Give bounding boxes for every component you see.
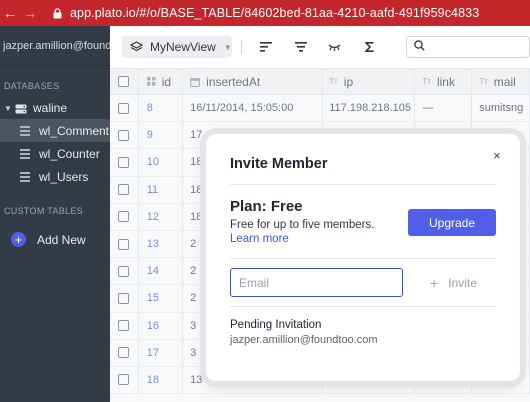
browser-address-bar: ← → app.plato.io/#/o/BASE_TABLE/84602bed… xyxy=(0,0,530,26)
learn-more-link[interactable]: Learn more xyxy=(230,233,289,245)
invite-button[interactable]: + Invite xyxy=(430,275,477,291)
sidebar-item-wl-comment[interactable]: wl_Comment xyxy=(0,119,110,142)
database-item-waline[interactable]: ▼ waline xyxy=(0,97,110,119)
view-name: MyNewView xyxy=(150,40,216,54)
pending-invitation-email: jazper.amillion@foundtoo.com xyxy=(230,334,378,346)
table-label: wl_Users xyxy=(39,169,89,184)
toolbar: MyNewView ▼ xyxy=(110,26,530,69)
table-icon xyxy=(20,125,30,136)
sidebar-item-wl-users[interactable]: wl_Users xyxy=(0,165,110,188)
chevron-down-icon: ▼ xyxy=(223,42,232,52)
search-icon xyxy=(414,40,425,54)
database-icon xyxy=(15,103,27,114)
back-arrow-icon[interactable]: ← xyxy=(0,5,20,21)
sort-icon[interactable] xyxy=(260,40,273,54)
search-input[interactable] xyxy=(405,36,530,58)
user-email[interactable]: jazper.amillion@foundtoo xyxy=(0,26,110,66)
upgrade-button[interactable]: Upgrade xyxy=(408,209,496,236)
plan-name: Plan: Free xyxy=(230,198,303,215)
table-label: wl_Counter xyxy=(39,146,100,161)
hide-fields-icon[interactable] xyxy=(328,40,341,54)
invite-member-modal: Invite Member × Plan: Free Free for up t… xyxy=(206,134,520,381)
table-icon xyxy=(20,171,30,182)
databases-heading: DATABASES xyxy=(4,81,60,91)
plus-circle-icon: + xyxy=(11,232,26,247)
custom-tables-heading: CUSTOM TABLES xyxy=(4,206,83,216)
view-selector[interactable]: MyNewView ▼ xyxy=(122,36,232,58)
sum-icon[interactable] xyxy=(363,40,376,54)
divider xyxy=(230,306,496,307)
add-new-label: Add New xyxy=(37,232,86,247)
plan-description: Free for up to five members. xyxy=(230,219,375,231)
add-new-button[interactable]: + Add New xyxy=(0,232,110,247)
layers-icon xyxy=(130,41,143,53)
chevron-down-icon: ▼ xyxy=(4,103,12,113)
table-icon xyxy=(20,148,30,159)
url-text[interactable]: app.plato.io/#/o/BASE_TABLE/84602bed-81a… xyxy=(70,6,479,20)
lock-icon xyxy=(50,7,64,19)
invite-label: Invite xyxy=(448,276,477,290)
plus-icon: + xyxy=(430,275,439,291)
divider xyxy=(230,258,496,259)
email-field[interactable] xyxy=(230,268,403,297)
divider xyxy=(240,40,242,54)
forward-arrow-icon[interactable]: → xyxy=(20,5,40,21)
table-label: wl_Comment xyxy=(39,123,110,138)
sidebar: jazper.amillion@foundtoo DATABASES ▼ wal… xyxy=(0,26,110,402)
filter-icon[interactable] xyxy=(294,40,307,54)
database-name: waline xyxy=(33,101,68,115)
divider xyxy=(230,184,496,185)
pending-invitation-heading: Pending Invitation xyxy=(230,319,322,331)
close-icon[interactable]: × xyxy=(493,148,501,163)
sidebar-item-wl-counter[interactable]: wl_Counter xyxy=(0,142,110,165)
modal-title: Invite Member xyxy=(230,156,328,172)
